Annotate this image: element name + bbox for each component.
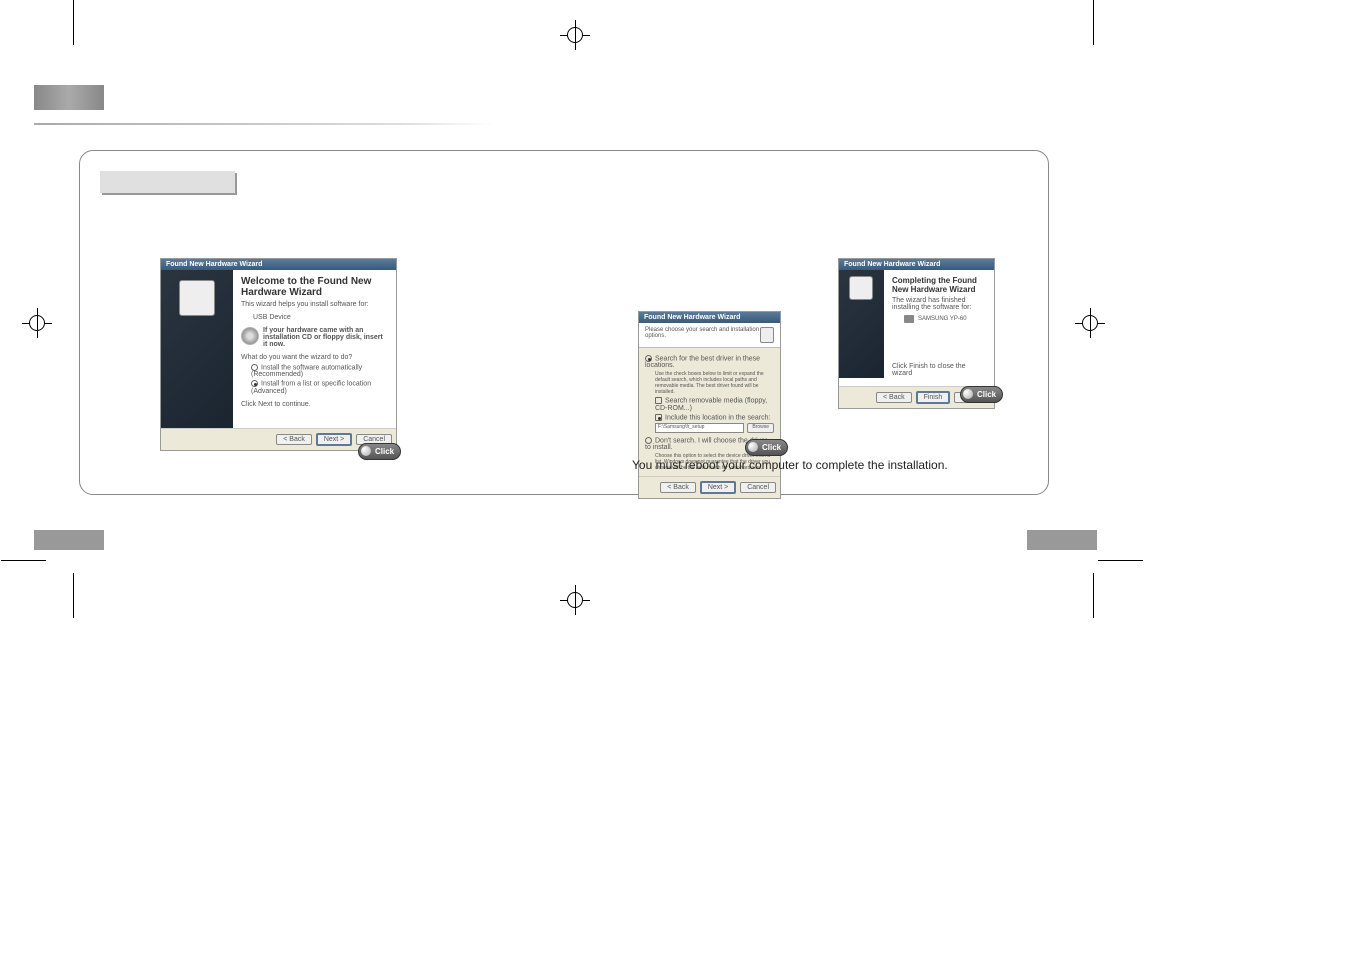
finish-button[interactable]: Finish — [916, 391, 951, 404]
click-indicator: Click — [745, 439, 788, 456]
cd-icon — [241, 327, 259, 345]
wizard-titlebar: Found New Hardware Wizard — [839, 259, 994, 270]
usb-icon — [904, 315, 914, 323]
wizard-side-panel — [161, 270, 233, 428]
crop-mark — [1093, 0, 1094, 45]
radio-list[interactable]: Install from a list or specific location… — [251, 380, 388, 394]
registration-mark-top — [560, 20, 590, 50]
wizard-titlebar: Found New Hardware Wizard — [161, 259, 396, 270]
wizard-side-panel — [839, 270, 884, 378]
next-button[interactable]: Next > — [700, 481, 736, 494]
registration-mark-bottom — [560, 585, 590, 615]
crop-mark — [73, 0, 74, 45]
wizard-question: What do you want the wizard to do? — [241, 354, 388, 361]
crop-mark — [1098, 560, 1143, 561]
next-hint: Click Next to continue. — [241, 401, 388, 408]
wizard-intro: This wizard helps you install software f… — [241, 301, 388, 308]
click-indicator: Click — [960, 386, 1003, 403]
hardware-icon — [179, 280, 215, 316]
registration-mark-right — [1075, 308, 1105, 338]
header-bar — [34, 85, 104, 110]
registration-mark-left — [22, 308, 52, 338]
section-label — [100, 171, 235, 193]
wizard-heading: Completing the Found New Hardware Wizard — [892, 276, 986, 294]
wizard-welcome: Found New Hardware Wizard Welcome to the… — [160, 258, 397, 451]
browse-button[interactable]: Browse — [747, 423, 774, 433]
wizard-header-text: Please choose your search and installati… — [645, 327, 760, 343]
crop-mark — [1093, 573, 1094, 618]
checkbox-include-location[interactable]: Include this location in the search: — [655, 414, 774, 421]
click-indicator: Click — [358, 443, 401, 460]
hardware-icon — [760, 327, 774, 343]
footer-bar-right — [1027, 530, 1097, 550]
device-name: SAMSUNG YP-60 — [918, 316, 967, 322]
device-name: USB Device — [253, 314, 388, 321]
checkbox-removable[interactable]: Search removable media (floppy, CD-ROM..… — [655, 397, 774, 411]
wizard-heading: Welcome to the Found New Hardware Wizard — [241, 276, 388, 298]
radio-auto[interactable]: Install the software automatically (Reco… — [251, 364, 388, 378]
next-button[interactable]: Next > — [316, 433, 352, 446]
path-input[interactable]: F:\Samsung\fr_setup — [655, 423, 744, 433]
cd-hint-text: If your hardware came with an installati… — [263, 327, 388, 348]
crop-mark — [1, 560, 46, 561]
back-button[interactable]: < Back — [276, 434, 312, 445]
search-description: Use the check boxes below to limit or ex… — [655, 371, 774, 395]
radio-search-best[interactable]: Search for the best driver in these loca… — [645, 355, 774, 369]
footer-bar-left — [34, 530, 104, 550]
reboot-note: You must reboot your computer to complet… — [632, 458, 948, 472]
back-button[interactable]: < Back — [876, 392, 912, 403]
cancel-button[interactable]: Cancel — [740, 482, 776, 493]
hardware-icon — [849, 276, 873, 300]
header-line — [34, 123, 494, 125]
content-panel: Found New Hardware Wizard Welcome to the… — [79, 150, 1049, 495]
crop-mark — [73, 573, 74, 618]
wizard-titlebar: Found New Hardware Wizard — [639, 312, 780, 323]
wizard-intro: The wizard has finished installing the s… — [892, 297, 986, 311]
close-hint: Click Finish to close the wizard — [892, 363, 986, 377]
back-button[interactable]: < Back — [660, 482, 696, 493]
